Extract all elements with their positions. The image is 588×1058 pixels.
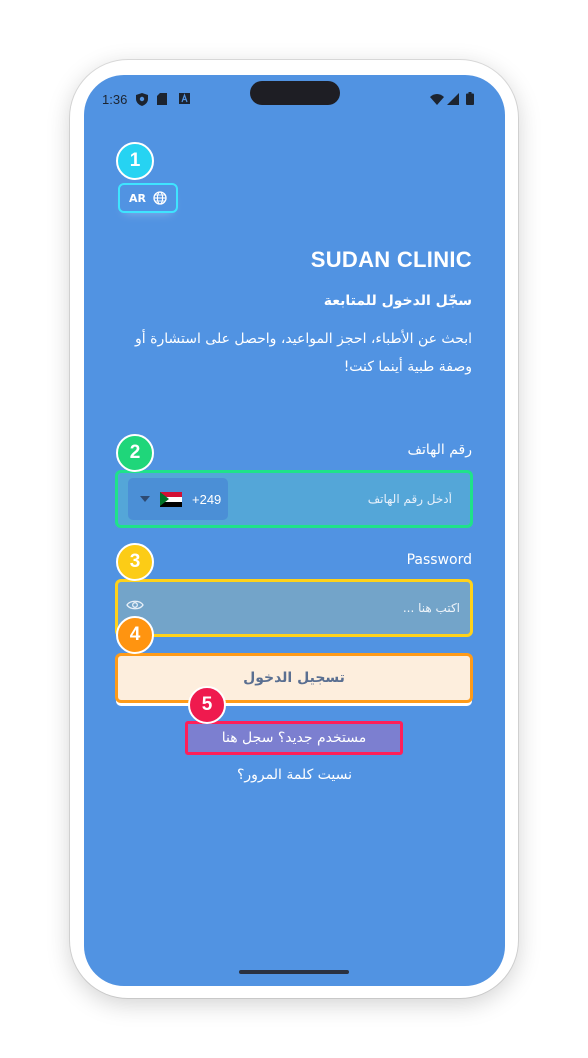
language-toggle-button[interactable]: AR xyxy=(118,183,178,213)
dial-code: +249 xyxy=(192,491,222,507)
login-button[interactable]: تسجيل الدخول xyxy=(115,653,473,703)
battery-icon xyxy=(466,92,474,105)
sim-card-icon xyxy=(157,93,167,105)
app-brand-title: SUDAN CLINIC xyxy=(310,247,472,272)
phone-number-input[interactable] xyxy=(228,473,458,525)
chevron-down-icon xyxy=(140,496,150,502)
annotation-badge-2: 2 xyxy=(116,434,154,472)
language-code: AR xyxy=(129,191,146,205)
wifi-icon xyxy=(430,94,444,105)
cellular-signal-icon xyxy=(447,93,459,105)
register-link[interactable]: مستخدم جديد؟ سجل هنا xyxy=(185,721,403,755)
text-input-icon xyxy=(179,93,190,104)
phone-field: +249 xyxy=(115,470,473,528)
globe-icon xyxy=(153,191,167,205)
annotation-badge-3: 3 xyxy=(116,543,154,581)
forgot-password-link[interactable]: نسيت كلمة المرور؟ xyxy=(84,767,505,783)
home-indicator xyxy=(239,970,349,974)
annotation-badge-1: 1 xyxy=(116,142,154,180)
page-subtitle: سجّل الدخول للمتابعة xyxy=(323,293,472,309)
country-code-picker[interactable]: +249 xyxy=(128,478,228,520)
password-input[interactable] xyxy=(148,588,460,628)
app-description: ابحث عن الأطباء، احجز المواعيد، واحصل عل… xyxy=(135,331,472,375)
app-screen: 1:36 AR SUDAN CLINIC سجّل الدخول للمتابع… xyxy=(84,75,505,986)
shield-icon xyxy=(136,93,148,106)
password-label: Password xyxy=(406,552,472,568)
eye-icon[interactable] xyxy=(126,599,144,611)
status-bar: 1:36 xyxy=(84,90,505,110)
annotation-badge-5: 5 xyxy=(188,686,226,724)
annotation-badge-4: 4 xyxy=(116,616,154,654)
phone-label: رقم الهاتف xyxy=(407,442,472,458)
status-time: 1:36 xyxy=(102,92,128,107)
password-field xyxy=(115,579,473,637)
sudan-flag-icon xyxy=(160,491,182,507)
